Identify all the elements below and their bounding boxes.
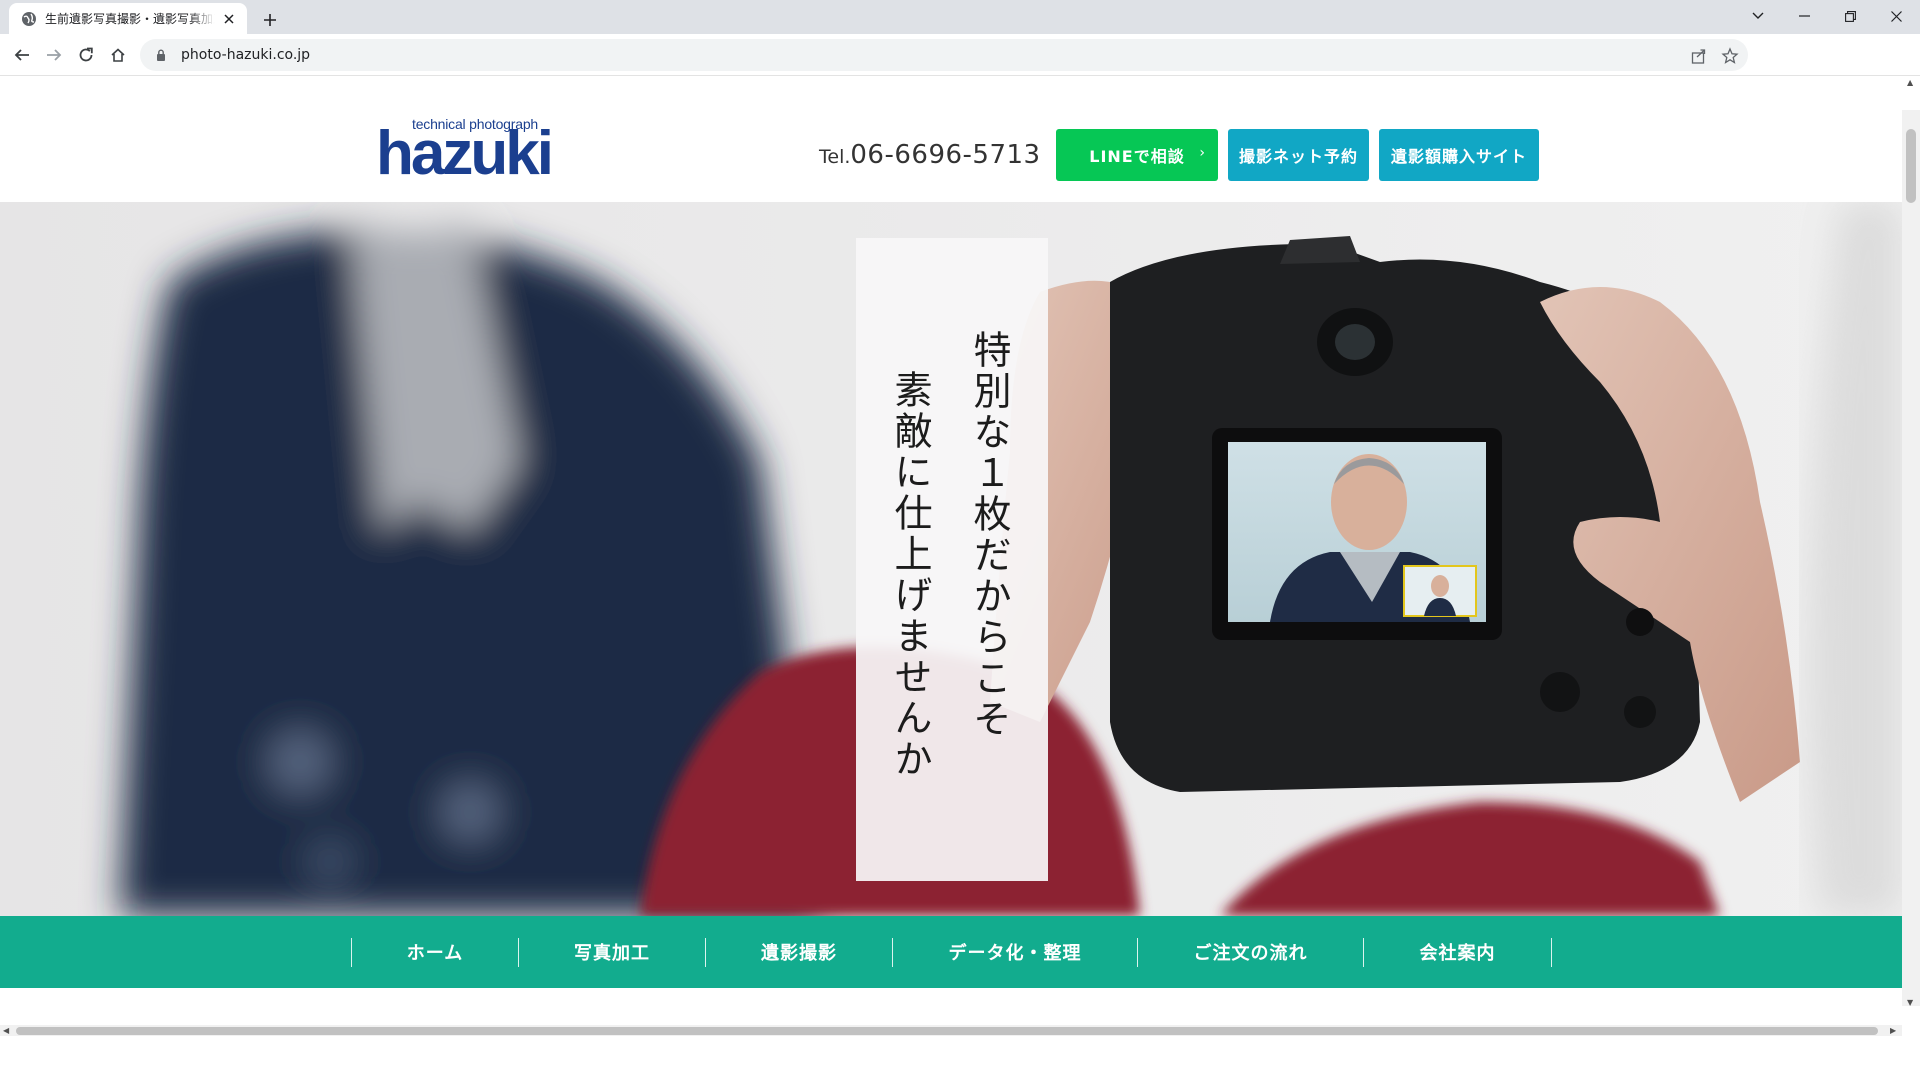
plus-icon — [264, 14, 276, 26]
arrow-left-icon — [14, 49, 29, 61]
nav-item-order-flow[interactable]: ご注文の流れ — [1138, 938, 1363, 966]
nav-item-company[interactable]: 会社案内 — [1364, 938, 1551, 966]
restore-button[interactable] — [1827, 2, 1873, 30]
minimize-icon — [1798, 15, 1810, 17]
minimize-button[interactable] — [1781, 2, 1827, 30]
home-icon — [111, 48, 125, 62]
tab-strip: 生前遺影写真撮影・遺影写真加工 — [0, 0, 1920, 34]
hero-banner: 特別な１枚だからこそ 素敵に仕上げませんか — [0, 202, 1902, 916]
online-booking-label: 撮影ネット予約 — [1238, 147, 1358, 166]
online-booking-button[interactable]: 撮影ネット予約 — [1228, 129, 1369, 181]
site-logo[interactable]: technical photograph hazuki — [376, 116, 566, 194]
lock-icon — [157, 49, 165, 61]
restore-icon — [1844, 10, 1856, 22]
globe-icon — [22, 11, 36, 26]
horizontal-scroll-thumb[interactable] — [16, 1027, 1878, 1035]
line-consult-button[interactable]: LINEで相談 › — [1056, 129, 1218, 181]
site-header: technical photograph hazuki Tel.06-6696-… — [0, 76, 1902, 202]
tab-title: 生前遺影写真撮影・遺影写真加工 — [45, 12, 215, 26]
nav-item-digitize[interactable]: データ化・整理 — [893, 938, 1137, 966]
vertical-scrollbar[interactable]: ▲ ▼ — [1902, 78, 1920, 1007]
close-tab-icon[interactable] — [221, 11, 237, 27]
close-window-button[interactable] — [1873, 2, 1919, 30]
back-button[interactable] — [8, 41, 36, 69]
new-tab-button[interactable] — [258, 8, 282, 32]
scroll-up-arrow-icon[interactable]: ▲ — [1907, 78, 1913, 87]
reload-icon — [79, 47, 93, 62]
nav-divider — [1551, 938, 1552, 967]
vertical-scroll-thumb[interactable] — [1906, 129, 1916, 203]
nav-item-home[interactable]: ホーム — [352, 938, 518, 966]
bookmark-star-icon[interactable] — [1721, 47, 1739, 65]
line-consult-label: LINEで相談 — [1089, 147, 1185, 166]
logo-wordmark: hazuki — [376, 119, 554, 188]
frame-shop-button[interactable]: 遺影額購入サイト — [1379, 129, 1539, 181]
forward-button[interactable] — [40, 41, 68, 69]
arrow-right-icon — [47, 49, 62, 61]
page-viewport: technical photograph hazuki Tel.06-6696-… — [0, 76, 1920, 1040]
browser-toolbar: photo-hazuki.co.jp — [0, 34, 1920, 76]
tel-prefix: Tel. — [819, 146, 851, 168]
frame-shop-label: 遺影額購入サイト — [1390, 147, 1527, 166]
address-bar[interactable]: photo-hazuki.co.jp — [140, 39, 1748, 71]
tab-search-button[interactable] — [1735, 2, 1781, 30]
hero-headline-line1: 特別な１枚だからこそ — [967, 330, 1011, 740]
scroll-right-arrow-icon[interactable]: ▶ — [1890, 1026, 1896, 1035]
chevron-right-icon: › — [1199, 145, 1206, 161]
url-text: photo-hazuki.co.jp — [181, 47, 311, 63]
scroll-left-arrow-icon[interactable]: ◀ — [3, 1026, 9, 1035]
chevron-down-icon — [1752, 12, 1764, 19]
tel-number: 06-6696-5713 — [850, 140, 1041, 170]
reload-button[interactable] — [72, 41, 100, 69]
home-button[interactable] — [104, 41, 132, 69]
global-nav: ホーム 写真加工 遺影撮影 データ化・整理 ご注文の流れ 会社案内 — [0, 916, 1902, 988]
phone-number[interactable]: Tel.06-6696-5713 — [819, 140, 1041, 170]
scroll-down-arrow-icon[interactable]: ▼ — [1907, 998, 1913, 1007]
nav-item-portrait-shoot[interactable]: 遺影撮影 — [706, 938, 892, 966]
hero-headline-line2: 素敵に仕上げませんか — [888, 370, 932, 780]
nav-item-photo-edit[interactable]: 写真加工 — [519, 938, 705, 966]
hero-caption-box — [856, 238, 1048, 881]
browser-tab[interactable]: 生前遺影写真撮影・遺影写真加工 — [9, 3, 247, 34]
close-icon — [1890, 10, 1902, 22]
horizontal-scrollbar[interactable]: ◀ ▶ — [0, 1025, 1902, 1036]
share-icon[interactable] — [1690, 47, 1708, 65]
